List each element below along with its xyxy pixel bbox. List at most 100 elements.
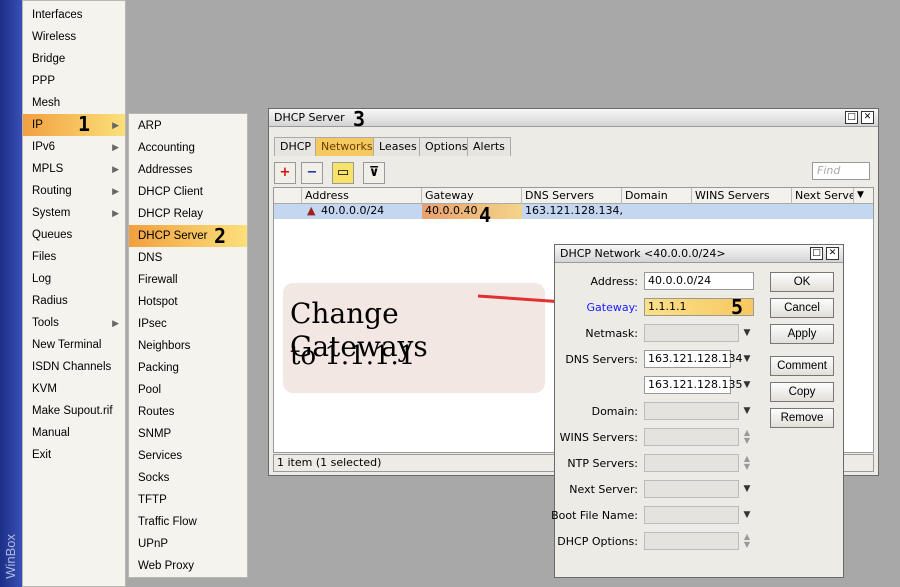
menu-item-system[interactable]: System ▶ [23, 202, 125, 224]
dhcp-options-stepper-icon[interactable]: ▲ ▼ [741, 532, 753, 550]
submenu-arrow-icon: ▶ [112, 208, 119, 218]
ip-menu-item-routes[interactable]: Routes [129, 401, 247, 423]
remove-button[interactable]: Remove [770, 408, 834, 428]
ip-menu-item-socks[interactable]: Socks [129, 467, 247, 489]
dns-server-2-field[interactable]: 163.121.128.135 [644, 376, 742, 394]
ip-menu-item-snmp[interactable]: SNMP [129, 423, 247, 445]
menu-item-kvm[interactable]: KVM [23, 378, 125, 400]
col-header-next-server[interactable]: Next Server [792, 188, 854, 204]
tab-networks[interactable]: Networks [315, 137, 379, 156]
find-input[interactable]: Find [812, 162, 870, 180]
comment-button[interactable]: ▭ [332, 162, 354, 184]
table-row[interactable]: ▲ 40.0.0.0/24 40.0.0.40 163.121.128.134,… [274, 204, 873, 219]
cancel-button[interactable]: Cancel [770, 298, 834, 318]
next-server-dropdown-icon[interactable]: ▼ [741, 480, 753, 498]
ip-menu-item-tftp[interactable]: TFTP [129, 489, 247, 511]
ip-menu-item-ipsec[interactable]: IPsec [129, 313, 247, 335]
address-label: Address: [590, 275, 638, 288]
ip-menu-item-arp[interactable]: ARP [129, 115, 247, 137]
close-button[interactable]: ✕ [861, 111, 874, 124]
menu-item-make-supout-rif[interactable]: Make Supout.rif [23, 400, 125, 422]
tab-leases[interactable]: Leases [373, 137, 423, 156]
col-header-address[interactable]: Address [302, 188, 422, 204]
wins-servers-stepper-icon[interactable]: ▲ ▼ [741, 428, 753, 446]
ip-menu-item-packing[interactable]: Packing [129, 357, 247, 379]
menu-item-label: Wireless [32, 31, 77, 43]
ntp-servers-field[interactable] [644, 454, 739, 472]
ip-menu-item-dhcp-relay[interactable]: DHCP Relay [129, 203, 247, 225]
tab-dhcp[interactable]: DHCP [274, 137, 318, 156]
filter-button[interactable]: ⊽ [363, 162, 385, 184]
menu-item-ip[interactable]: IP ▶ [23, 114, 125, 136]
ip-menu-item-traffic-flow[interactable]: Traffic Flow [129, 511, 247, 533]
dns-server-2-dropdown-icon[interactable]: ▼ [741, 376, 753, 394]
ip-menu-item-addresses[interactable]: Addresses [129, 159, 247, 181]
menu-item-radius[interactable]: Radius [23, 290, 125, 312]
col-header-domain[interactable]: Domain [622, 188, 692, 204]
menu-item-interfaces[interactable]: Interfaces [23, 4, 125, 26]
annotation-callout: Change Gateways to 1.1.1.1 [283, 283, 545, 393]
col-header-wins-servers[interactable]: WINS Servers [692, 188, 792, 204]
boot-file-name-dropdown-icon[interactable]: ▼ [741, 506, 753, 524]
menu-item-log[interactable]: Log [23, 268, 125, 290]
dhcp-options-field[interactable] [644, 532, 739, 550]
add-button[interactable]: + [274, 162, 296, 184]
boot-file-name-field[interactable] [644, 506, 739, 524]
menu-item-mesh[interactable]: Mesh [23, 92, 125, 114]
window-title: DHCP Server [274, 111, 345, 124]
ip-menu-item-firewall[interactable]: Firewall [129, 269, 247, 291]
dns-server-1-field[interactable]: 163.121.128.134 [644, 350, 742, 368]
netmask-field[interactable] [644, 324, 739, 342]
column-chooser-icon[interactable]: ▼ [854, 188, 875, 204]
netmask-dropdown-icon[interactable]: ▼ [741, 324, 753, 342]
ip-menu-item-dhcp-server[interactable]: DHCP Server [129, 225, 247, 247]
domain-dropdown-icon[interactable]: ▼ [741, 402, 753, 420]
comment-button[interactable]: Comment [770, 356, 834, 376]
dhcp-network-titlebar[interactable]: DHCP Network <40.0.0.0/24> □ ✕ [555, 245, 843, 263]
menu-item-ipv6[interactable]: IPv6 ▶ [23, 136, 125, 158]
cell-wins-servers [692, 204, 792, 219]
ip-menu-item-web-proxy[interactable]: Web Proxy [129, 555, 247, 577]
tab-alerts[interactable]: Alerts [467, 137, 511, 156]
menu-item-isdn-channels[interactable]: ISDN Channels [23, 356, 125, 378]
dns-server-1-dropdown-icon[interactable]: ▼ [741, 350, 753, 368]
menu-item-ppp[interactable]: PPP [23, 70, 125, 92]
apply-button[interactable]: Apply [770, 324, 834, 344]
ok-button[interactable]: OK [770, 272, 834, 292]
cell-next-server [792, 204, 854, 219]
ip-menu-item-neighbors[interactable]: Neighbors [129, 335, 247, 357]
menu-item-manual[interactable]: Manual [23, 422, 125, 444]
menu-item-label: Tools [32, 317, 59, 329]
maximize-button[interactable]: □ [845, 111, 858, 124]
menu-item-exit[interactable]: Exit [23, 444, 125, 466]
menu-item-new-terminal[interactable]: New Terminal [23, 334, 125, 356]
next-server-field[interactable] [644, 480, 739, 498]
menu-item-queues[interactable]: Queues [23, 224, 125, 246]
remove-button[interactable]: − [301, 162, 323, 184]
ntp-servers-stepper-icon[interactable]: ▲ ▼ [741, 454, 753, 472]
domain-field[interactable] [644, 402, 739, 420]
col-header-blank [274, 188, 302, 204]
address-field[interactable]: 40.0.0.0/24 [644, 272, 754, 290]
menu-item-tools[interactable]: Tools ▶ [23, 312, 125, 334]
main-menu: Interfaces Wireless Bridge PPP Mesh IP ▶ IPv6 ▶ M… [22, 0, 126, 587]
menu-item-wireless[interactable]: Wireless [23, 26, 125, 48]
ip-menu-item-dns[interactable]: DNS [129, 247, 247, 269]
ip-menu-item-dhcp-client[interactable]: DHCP Client [129, 181, 247, 203]
tab-options[interactable]: Options [419, 137, 474, 156]
menu-item-bridge[interactable]: Bridge [23, 48, 125, 70]
maximize-button[interactable]: □ [810, 247, 823, 260]
ip-menu-item-accounting[interactable]: Accounting [129, 137, 247, 159]
col-header-gateway[interactable]: Gateway [422, 188, 522, 204]
wins-servers-field[interactable] [644, 428, 739, 446]
ip-menu-item-pool[interactable]: Pool [129, 379, 247, 401]
menu-item-files[interactable]: Files [23, 246, 125, 268]
ip-menu-item-services[interactable]: Services [129, 445, 247, 467]
close-button[interactable]: ✕ [826, 247, 839, 260]
menu-item-routing[interactable]: Routing ▶ [23, 180, 125, 202]
menu-item-mpls[interactable]: MPLS ▶ [23, 158, 125, 180]
ip-menu-item-hotspot[interactable]: Hotspot [129, 291, 247, 313]
ip-menu-item-upnp[interactable]: UPnP [129, 533, 247, 555]
col-header-dns-servers[interactable]: DNS Servers [522, 188, 622, 204]
copy-button[interactable]: Copy [770, 382, 834, 402]
